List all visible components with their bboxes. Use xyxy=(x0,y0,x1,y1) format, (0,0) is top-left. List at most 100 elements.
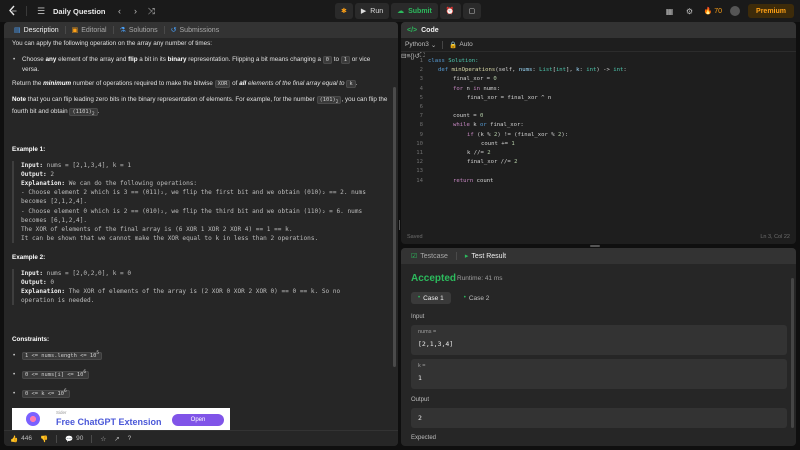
line-number: 13 xyxy=(416,168,423,175)
bookmark-button[interactable]: ☆ xyxy=(100,435,106,443)
line-number: 8 xyxy=(419,122,423,129)
output-box: 2 xyxy=(411,408,787,428)
intro-text: You can apply the following operation on… xyxy=(12,39,388,49)
tab-test-result[interactable]: ▸ Test Result xyxy=(461,252,510,261)
code-text: ): xyxy=(561,131,569,138)
code-content: count = 0 xyxy=(453,113,483,119)
share-button[interactable]: ↗ xyxy=(114,435,119,443)
code-text: final_xor = xyxy=(453,76,494,83)
editorial-icon: ▣ xyxy=(71,27,79,34)
bug-icon: ✱ xyxy=(341,8,347,15)
like-button[interactable]: 👍 446 xyxy=(10,435,32,443)
avatar[interactable] xyxy=(730,6,741,16)
tab-label: Submissions xyxy=(179,26,220,34)
text: Choose xyxy=(22,55,46,63)
ad-banner[interactable]: Sider Free ChatGPT Extension Open xyxy=(12,408,230,430)
play-icon: ▶ xyxy=(360,8,367,15)
tab-testcase[interactable]: ☑ Testcase xyxy=(407,252,452,261)
example-2-title: Example 2: xyxy=(12,254,46,262)
type: int xyxy=(555,67,567,74)
premium-button[interactable]: Premium xyxy=(748,4,794,18)
return-text: Return the minimum number of operations … xyxy=(12,79,388,89)
top-navigation: ☰ Daily Question ‹ › ⤨ ✱ ▶ Run ☁ Submit ⏰ … xyxy=(0,0,800,22)
line-number: 11 xyxy=(416,150,423,156)
tab-label: Test Result xyxy=(471,252,507,260)
save-status: Saved xyxy=(407,234,423,240)
value: We can do the following operations: xyxy=(65,180,198,188)
code-editor[interactable]: 1 class Solution: 2 def minOperations(self… xyxy=(401,56,796,226)
terminal-icon: ▸ xyxy=(464,253,469,260)
code-line: 6 xyxy=(401,104,796,113)
fire-icon: 🔥 xyxy=(703,8,713,15)
tab-label: Editorial xyxy=(81,26,107,34)
code-line: 1 class Solution: xyxy=(401,58,796,67)
run-label: Run xyxy=(370,7,384,15)
next-problem-icon[interactable]: › xyxy=(130,5,142,17)
daily-question-title[interactable]: Daily Question xyxy=(53,7,106,16)
inline-code: k xyxy=(346,80,356,89)
editor-toolbar: Python3 ⌄ 🔒 Auto xyxy=(401,38,796,52)
code-text: (k % xyxy=(473,131,494,138)
problem-description: You can apply the following operation on… xyxy=(12,38,388,428)
prev-problem-icon[interactable]: ‹ xyxy=(114,5,126,17)
horizontal-resize-handle[interactable] xyxy=(590,245,600,247)
tab-submissions[interactable]: ↺ Submissions xyxy=(165,22,226,38)
text: of xyxy=(230,80,240,88)
comments-button[interactable]: 💬 90 xyxy=(65,435,83,443)
layout-icon[interactable]: ▦ xyxy=(664,5,676,17)
code-text: (1101) xyxy=(72,109,92,116)
result-scrollbar[interactable] xyxy=(791,278,794,428)
run-button[interactable]: ▶ Run xyxy=(354,3,390,19)
input-k-box: k = 1 xyxy=(411,359,787,389)
leetcode-logo[interactable] xyxy=(8,5,18,17)
code-text: count = xyxy=(453,113,480,120)
ad-open-button[interactable]: Open xyxy=(172,414,224,426)
text: Return the xyxy=(12,80,44,88)
description-scrollbar[interactable] xyxy=(393,87,396,367)
example-1-title: Example 1: xyxy=(12,146,46,154)
case-label: Case 1 xyxy=(423,294,444,302)
debug-button[interactable]: ✱ xyxy=(335,3,353,19)
settings-icon[interactable]: ⚙ xyxy=(684,5,696,17)
timer-button[interactable]: ⏰ xyxy=(439,3,461,19)
line-number: 12 xyxy=(416,159,423,166)
number: 0 xyxy=(493,76,497,83)
inline-code: (1101)2 xyxy=(69,108,98,118)
cursor-position: Ln 3, Col 22 xyxy=(760,234,790,240)
notes-button[interactable]: ▢ xyxy=(462,3,482,19)
problem-list-icon[interactable]: ☰ xyxy=(35,5,47,17)
superscript: 5 xyxy=(96,351,100,357)
dislike-button[interactable]: 👎 xyxy=(40,435,48,443)
help-button[interactable]: ? xyxy=(128,435,132,442)
case-1-tab[interactable]: • Case 1 xyxy=(411,292,451,304)
note-icon: ▢ xyxy=(468,8,476,15)
code-line: 14 return count xyxy=(401,178,796,187)
label: Output: xyxy=(21,170,47,178)
case-2-tab[interactable]: • Case 2 xyxy=(457,292,497,304)
tab-solutions[interactable]: ⚗ Solutions xyxy=(114,22,164,38)
streak-counter[interactable]: 🔥 70 xyxy=(703,7,723,16)
submit-button[interactable]: ☁ Submit xyxy=(391,3,438,19)
language-select[interactable]: Python3 ⌄ xyxy=(405,41,436,49)
input-nums-box: nums = [2,1,3,4] xyxy=(411,325,787,355)
code-line: 4 for n in nums: xyxy=(401,86,796,95)
inline-code: 0 <= nums[i] <= 106 xyxy=(22,370,90,379)
line-number: 4 xyxy=(419,85,423,92)
tab-label: Description xyxy=(23,26,59,34)
shuffle-icon[interactable]: ⤨ xyxy=(146,5,158,17)
vertical-resize-handle[interactable] xyxy=(399,220,400,230)
subscript: 2 xyxy=(91,112,95,118)
result-panel: ☑ Testcase ▸ Test Result Accepted Runtime:… xyxy=(401,248,796,446)
constraint-item: 0 <= k <= 106 xyxy=(12,389,388,399)
result-tabs: ☑ Testcase ▸ Test Result xyxy=(401,248,796,264)
text: . xyxy=(97,108,100,116)
code-text: ], xyxy=(566,67,577,74)
code-content: return count xyxy=(453,178,493,184)
code-icon: </> xyxy=(407,26,418,34)
auto-mode-toggle[interactable]: 🔒 Auto xyxy=(449,41,472,49)
line-number: 6 xyxy=(419,104,423,110)
ad-sponsor: Sider xyxy=(56,410,67,415)
code-text: final_xor = final_xor ^ n xyxy=(467,94,552,101)
tab-editorial[interactable]: ▣ Editorial xyxy=(66,22,113,38)
tab-description[interactable]: ▤ Description xyxy=(8,22,65,38)
